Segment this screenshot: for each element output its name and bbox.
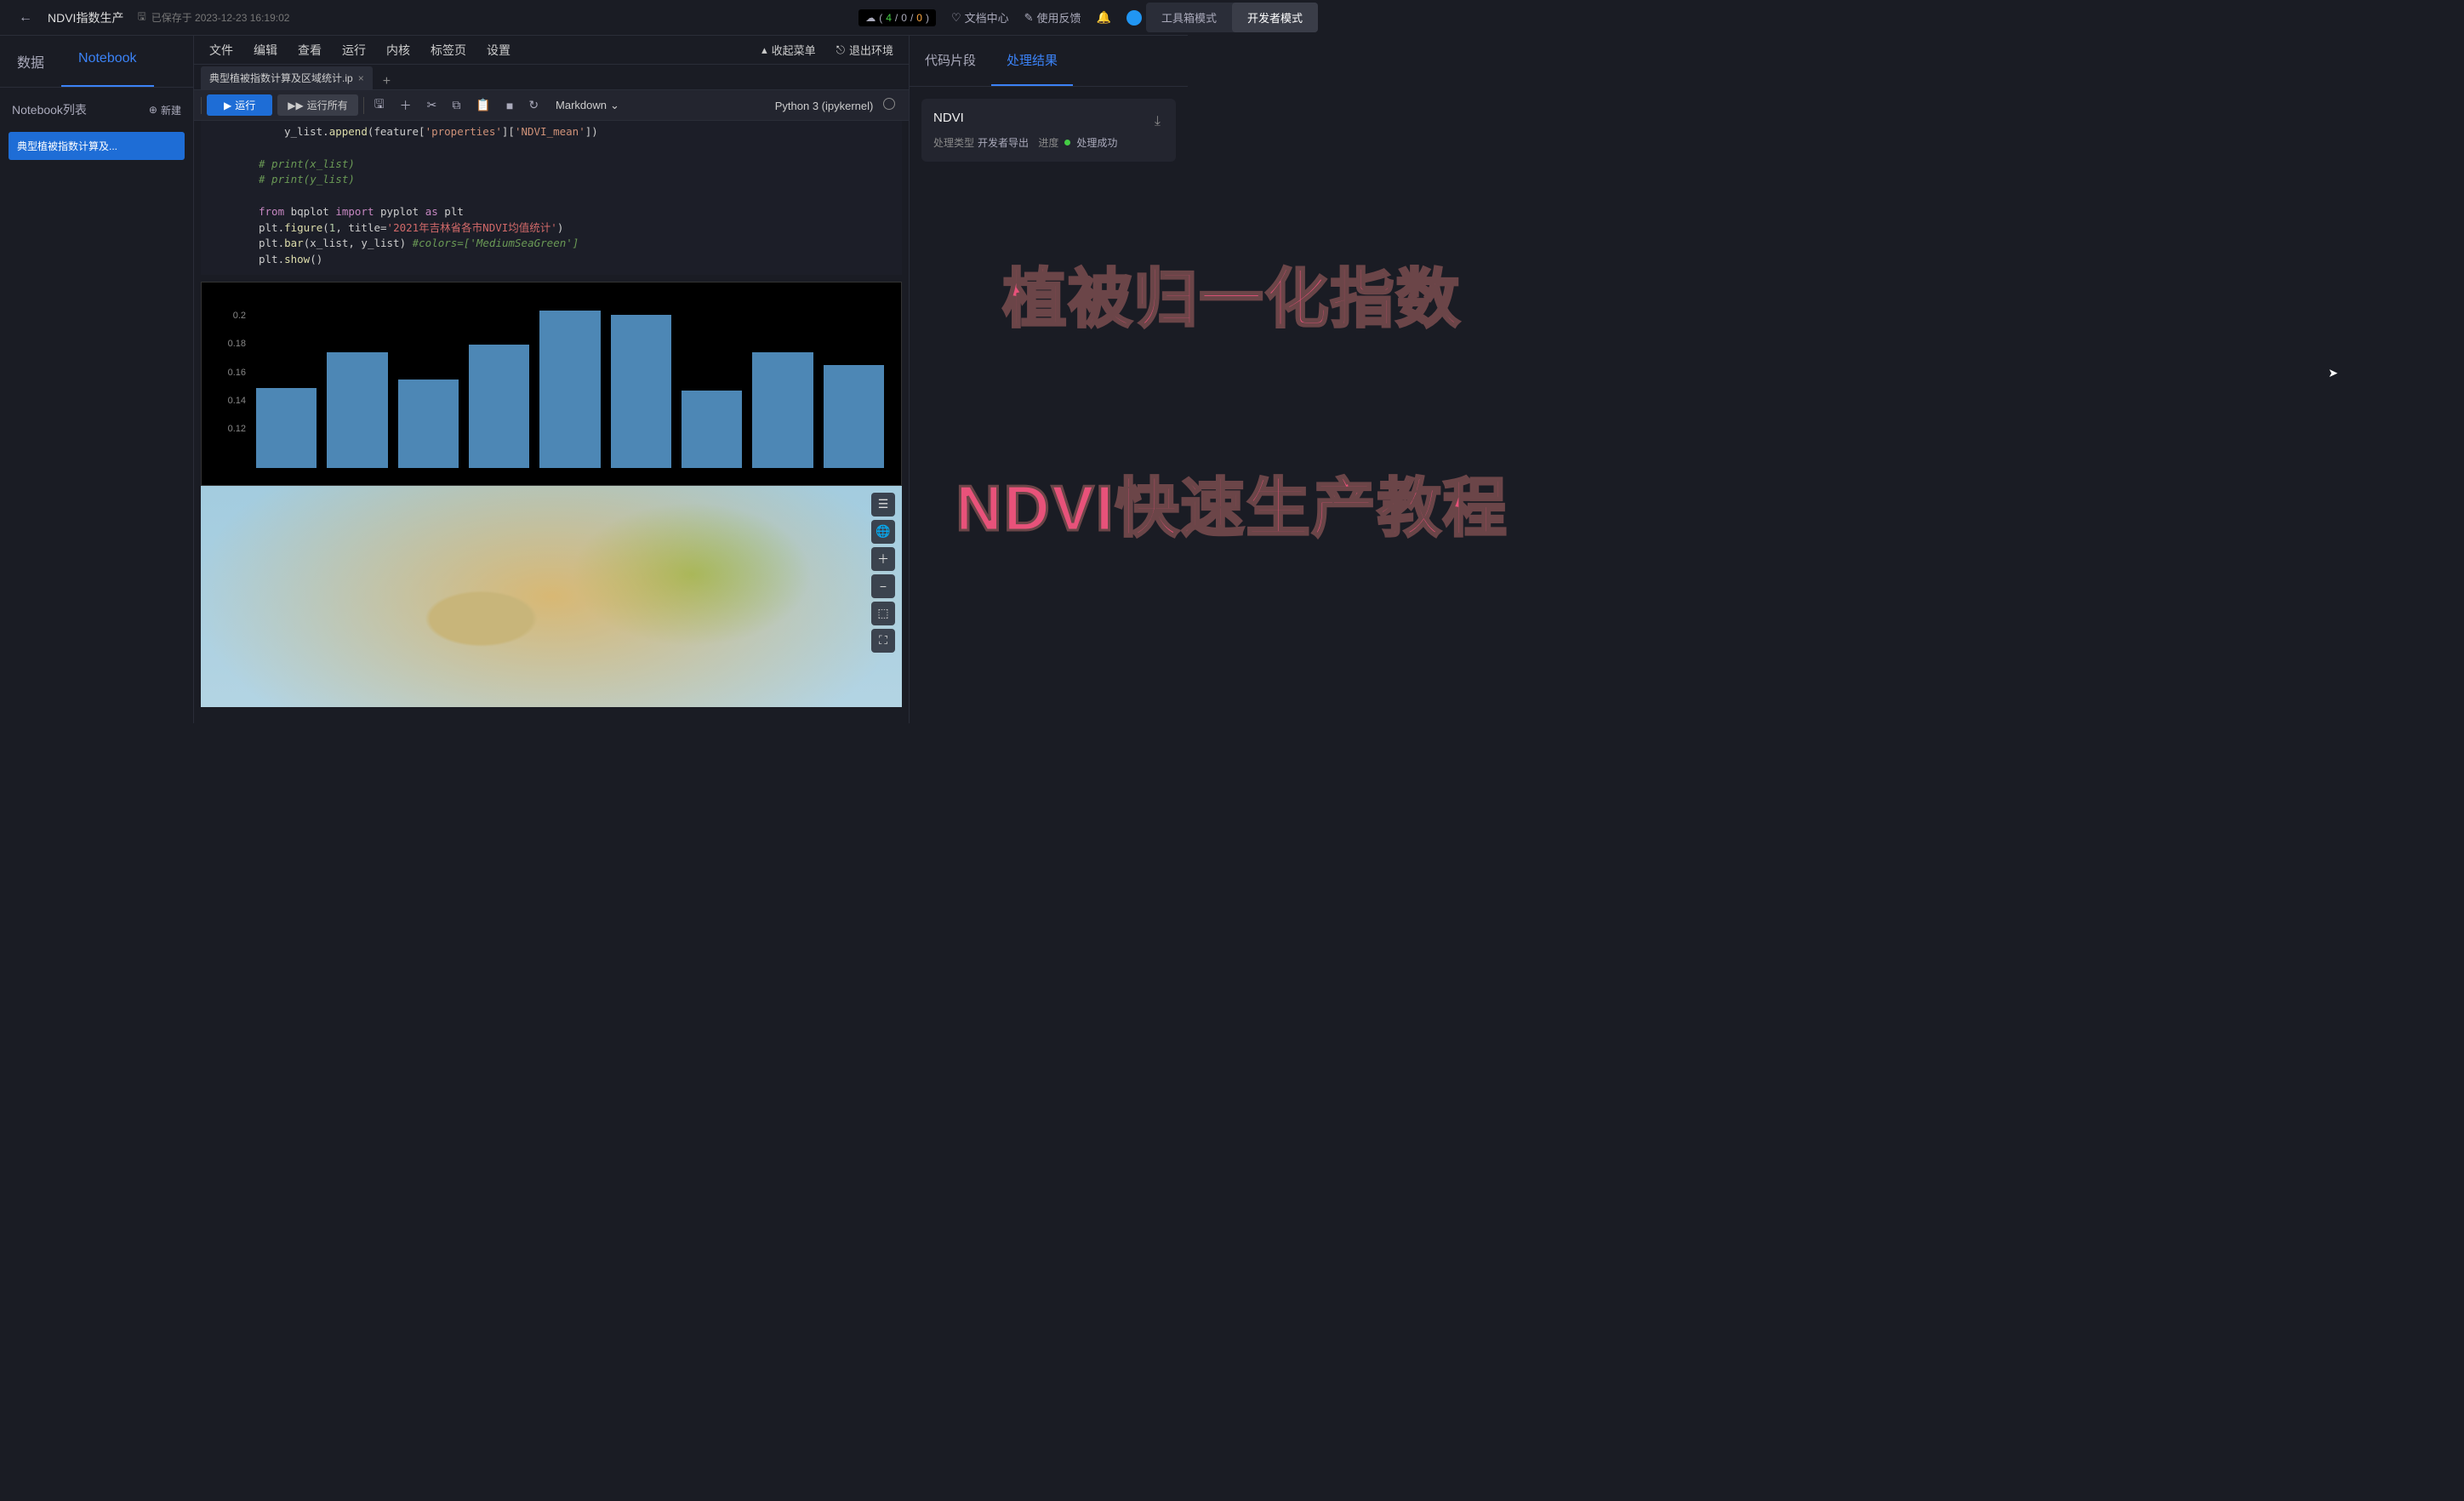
new-notebook-button[interactable]: ⊕ 新建 bbox=[149, 103, 181, 117]
result-card[interactable]: NDVI 处理类型 开发者导出 进度 处理成功 ⤓ bbox=[921, 99, 1176, 162]
run-all-button[interactable]: ▶▶ 运行所有 bbox=[277, 94, 357, 116]
notebook-list-label: Notebook列表 bbox=[12, 101, 87, 118]
save-icon[interactable]: 🖫 bbox=[369, 92, 390, 119]
y-tick-label: 0.16 bbox=[228, 368, 246, 378]
map-globe-icon[interactable]: 🌐 bbox=[871, 520, 895, 544]
feedback-icon: ✎ bbox=[1024, 11, 1034, 25]
map-zoom-in-icon[interactable]: ＋ bbox=[871, 547, 895, 571]
paste-icon[interactable]: 📋 bbox=[471, 94, 495, 116]
result-progress-label: 进度 bbox=[1038, 135, 1058, 150]
kernel-status-icon bbox=[883, 98, 895, 110]
chart-bar bbox=[327, 352, 387, 467]
y-tick-label: 0.18 bbox=[228, 339, 246, 349]
stop-icon[interactable]: ■ bbox=[501, 95, 518, 116]
file-tab-label: 典型植被指数计算及区域统计.ip bbox=[209, 71, 353, 85]
exit-env-button[interactable]: ⎋ 退出环境 bbox=[836, 42, 893, 58]
chevron-down-icon: ⌄ bbox=[610, 99, 619, 112]
menu-file[interactable]: 文件 bbox=[199, 37, 243, 64]
toolbar-divider bbox=[363, 97, 364, 114]
tab-process-result[interactable]: 处理结果 bbox=[991, 36, 1073, 86]
run-button[interactable]: ▶ 运行 bbox=[207, 94, 272, 116]
save-icon: 🖫 bbox=[137, 9, 145, 26]
restart-icon[interactable]: ↻ bbox=[523, 94, 544, 116]
cursor-icon: ➤ bbox=[2328, 366, 2338, 380]
menu-run[interactable]: 运行 bbox=[332, 37, 376, 64]
kernel-label[interactable]: Python 3 (ipykernel) bbox=[775, 98, 902, 112]
y-tick-label: 0.12 bbox=[228, 424, 246, 434]
exit-icon: ⎋ bbox=[836, 43, 845, 57]
download-icon[interactable]: ⤓ bbox=[1151, 111, 1164, 133]
chart-bar bbox=[256, 388, 317, 468]
notebook-body: y_list.append(feature['properties']['NDV… bbox=[194, 121, 909, 723]
result-type-label: 处理类型 bbox=[933, 135, 974, 150]
map-layers-icon[interactable]: ☰ bbox=[871, 493, 895, 517]
bulb-icon: ♡ bbox=[951, 11, 961, 25]
code-cell[interactable]: y_list.append(feature['properties']['NDV… bbox=[201, 121, 902, 275]
chart-bar bbox=[611, 315, 671, 468]
chart-y-axis: 0.12 0.14 0.16 0.18 0.2 bbox=[208, 283, 249, 485]
file-tab[interactable]: 典型植被指数计算及区域统计.ip × bbox=[201, 66, 373, 89]
mode-switcher: 工具箱模式 开发者模式 bbox=[1146, 3, 1318, 32]
globe-icon[interactable] bbox=[1126, 10, 1142, 26]
plus-icon: ⊕ bbox=[149, 104, 157, 116]
chart-bar bbox=[824, 365, 884, 467]
chart-bar bbox=[752, 352, 813, 467]
menu-settings[interactable]: 设置 bbox=[476, 37, 521, 64]
back-button[interactable]: ← bbox=[10, 5, 41, 31]
play-icon: ▶ bbox=[224, 100, 231, 111]
y-tick-label: 0.2 bbox=[233, 311, 246, 321]
chart-bar bbox=[682, 391, 742, 468]
chart-bar bbox=[539, 311, 600, 468]
chart-bar bbox=[469, 345, 529, 468]
map-fullscreen-icon[interactable]: ⛶ bbox=[871, 629, 895, 653]
map-cube-icon[interactable]: ⬚ bbox=[871, 602, 895, 625]
doc-center-link[interactable]: ♡ 文档中心 bbox=[951, 9, 1009, 26]
map-output[interactable]: ☰ 🌐 ＋ − ⬚ ⛶ bbox=[201, 486, 902, 707]
cloud-icon: ☁ bbox=[865, 12, 876, 24]
cell-type-select[interactable]: Markdown ⌄ bbox=[549, 99, 626, 112]
cut-icon[interactable]: ✂ bbox=[422, 94, 442, 116]
collapse-icon: ▴ bbox=[761, 43, 767, 57]
chart-bars bbox=[256, 300, 884, 468]
y-tick-label: 0.14 bbox=[228, 396, 246, 406]
result-progress-value: 处理成功 bbox=[1076, 135, 1117, 150]
result-type-value: 开发者导出 bbox=[978, 135, 1029, 150]
tab-code-snippet[interactable]: 代码片段 bbox=[910, 36, 991, 86]
map-layer bbox=[201, 486, 902, 707]
tab-data[interactable]: 数据 bbox=[0, 36, 61, 87]
mode-developer[interactable]: 开发者模式 bbox=[1232, 3, 1318, 32]
status-dot-icon bbox=[1064, 140, 1070, 146]
chart-bar bbox=[398, 380, 459, 468]
feedback-link[interactable]: ✎ 使用反馈 bbox=[1024, 9, 1081, 26]
fast-forward-icon: ▶▶ bbox=[288, 100, 303, 111]
close-tab-icon[interactable]: × bbox=[358, 72, 364, 84]
tab-notebook[interactable]: Notebook bbox=[61, 36, 154, 87]
add-tab-button[interactable]: + bbox=[373, 74, 401, 89]
page-title: NDVI指数生产 bbox=[48, 9, 123, 26]
result-title: NDVI bbox=[933, 111, 1151, 125]
map-zoom-out-icon[interactable]: − bbox=[871, 574, 895, 598]
copy-icon[interactable]: ⧉ bbox=[447, 94, 465, 116]
notebook-list-item[interactable]: 典型植被指数计算及... bbox=[9, 132, 185, 160]
menu-view[interactable]: 查看 bbox=[288, 37, 332, 64]
menu-edit[interactable]: 编辑 bbox=[243, 37, 288, 64]
mode-toolbox[interactable]: 工具箱模式 bbox=[1146, 3, 1232, 32]
save-status: 🖫 已保存于 2023-12-23 16:19:02 bbox=[137, 9, 289, 26]
add-cell-icon[interactable]: ＋ bbox=[395, 94, 417, 117]
bell-icon[interactable]: 🔔 bbox=[1097, 10, 1111, 25]
menu-kernel[interactable]: 内核 bbox=[376, 37, 420, 64]
toolbar-divider bbox=[201, 97, 202, 114]
collapse-menu-button[interactable]: ▴ 收起菜单 bbox=[761, 42, 816, 58]
menu-tabs[interactable]: 标签页 bbox=[420, 37, 476, 64]
cloud-badge[interactable]: ☁ (4/0/0) bbox=[858, 9, 936, 26]
bar-chart: 0.12 0.14 0.16 0.18 0.2 bbox=[201, 282, 902, 486]
